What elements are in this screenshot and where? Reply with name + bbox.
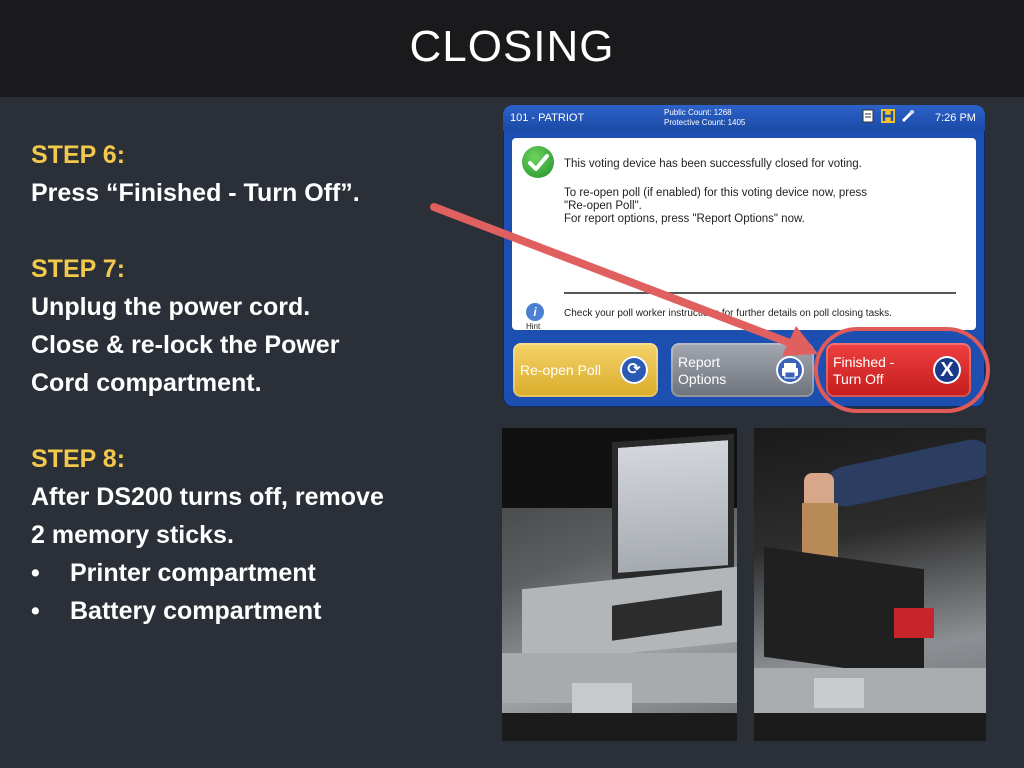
photo-region: [502, 713, 737, 741]
button-label-line: Report: [678, 354, 721, 370]
step-heading: STEP 6:: [31, 141, 126, 169]
status-bar: 101 - PATRIOT Public Count: 1268 Protect…: [503, 105, 985, 131]
message-panel: This voting device has been successfully…: [512, 138, 976, 331]
photo-ds200-memory-removal: [754, 428, 986, 741]
clock: 7:26 PM: [935, 112, 976, 124]
arm: [821, 435, 986, 511]
message-line: To re-open poll (if enabled) for this vo…: [564, 187, 867, 199]
highlight-ring: [814, 327, 990, 413]
bullet-item: • Printer compartment: [31, 554, 481, 592]
message-line: "Re-open Poll".: [564, 200, 642, 212]
info-icon[interactable]: i: [526, 303, 544, 321]
step-text: Press “Finished - Turn Off”.: [31, 179, 360, 207]
checkmark-icon: [522, 146, 554, 178]
button-label-line: Options: [678, 371, 727, 387]
bullet-icon: •: [31, 559, 40, 587]
red-label: [894, 608, 934, 638]
step-text: Cord compartment.: [31, 369, 262, 397]
hint-label: Hint: [526, 322, 541, 331]
refresh-icon: ⟳: [620, 356, 648, 384]
step-6: STEP 6: Press “Finished - Turn Off”.: [31, 136, 481, 212]
reopen-poll-button[interactable]: Re-open Poll ⟳: [513, 343, 658, 397]
document-icon: [861, 109, 875, 123]
compartment-panel: [754, 668, 986, 713]
hint-text: Check your poll worker instructions for …: [564, 308, 892, 319]
public-count: Public Count: 1268: [664, 108, 732, 117]
precinct-label: 101 - PATRIOT: [510, 112, 585, 124]
printer-icon: [776, 356, 804, 384]
report-options-button[interactable]: Report Options: [671, 343, 814, 397]
protective-count: Protective Count: 1405: [664, 118, 746, 127]
bullet-icon: •: [31, 597, 40, 625]
usb-icon: [901, 109, 915, 123]
status-icons: [861, 109, 915, 123]
step-8: STEP 8: After DS200 turns off, remove 2 …: [31, 440, 481, 630]
device-screen: [612, 433, 734, 580]
message-line: This voting device has been successfully…: [564, 158, 862, 170]
step-text: Close & re-lock the Power: [31, 331, 340, 359]
button-label: Re-open Poll: [520, 362, 601, 378]
lock-plate: [572, 683, 632, 713]
bullet-text: Printer compartment: [70, 559, 316, 587]
bullet-text: Battery compartment: [70, 597, 322, 625]
ballot-counts: Public Count: 1268 Protective Count: 140…: [664, 108, 745, 128]
bullet-item: • Battery compartment: [31, 592, 481, 630]
photo-ds200-front: [502, 428, 737, 741]
h-icon: [881, 109, 895, 123]
step-heading: STEP 7:: [31, 255, 126, 283]
photo-region: [754, 713, 986, 741]
step-text: After DS200 turns off, remove: [31, 483, 384, 511]
button-label: Report Options: [678, 354, 726, 388]
slide-title: CLOSING: [409, 22, 615, 71]
step-7: STEP 7: Unplug the power cord. Close & r…: [31, 250, 481, 402]
divider: [564, 292, 956, 294]
step-text: 2 memory sticks.: [31, 521, 234, 549]
message-line: For report options, press "Report Option…: [564, 213, 805, 225]
step-heading: STEP 8:: [31, 445, 126, 473]
lock-plate: [814, 678, 864, 708]
steps-list: STEP 6: Press “Finished - Turn Off”. STE…: [31, 136, 481, 668]
step-text: Unplug the power cord.: [31, 293, 311, 321]
